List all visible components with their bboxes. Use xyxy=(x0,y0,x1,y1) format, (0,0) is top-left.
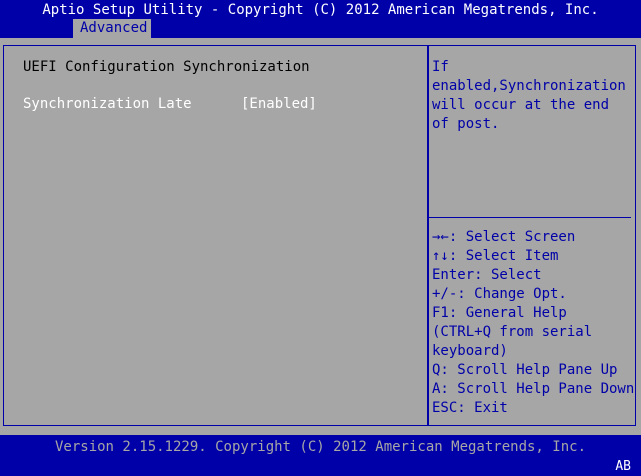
tab-advanced-label: Advanced xyxy=(80,20,148,36)
key-general-help: F1: General Help xyxy=(432,305,567,321)
footer-indicator: AB xyxy=(615,459,631,474)
key-legend: →←: Select Screen ↑↓: Select Item Enter:… xyxy=(432,228,635,418)
help-description: If enabled,Synchronization will occur at… xyxy=(432,58,628,134)
key-select-item: ↑↓: Select Item xyxy=(432,248,559,264)
help-pane-divider xyxy=(427,45,429,426)
tab-advanced[interactable]: Advanced xyxy=(73,19,151,38)
title-bar: Aptio Setup Utility - Copyright (C) 2012… xyxy=(0,0,641,38)
page-heading: UEFI Configuration Synchronization xyxy=(23,59,310,75)
app-title: Aptio Setup Utility - Copyright (C) 2012… xyxy=(42,2,599,18)
key-keyboard: keyboard) xyxy=(432,343,508,359)
key-scroll-up: Q: Scroll Help Pane Up xyxy=(432,362,618,378)
key-ctrl-q-serial: (CTRL+Q from serial xyxy=(432,324,593,340)
setting-label: Synchronization Late xyxy=(23,96,192,112)
help-description-line: If xyxy=(432,59,449,75)
key-select-screen: →←: Select Screen xyxy=(432,229,576,245)
footer-version: Version 2.15.1229. Copyright (C) 2012 Am… xyxy=(54,439,586,455)
setting-synchronization-late[interactable]: Synchronization Late [Enabled] xyxy=(23,95,403,114)
setting-value[interactable]: [Enabled] xyxy=(241,95,317,114)
footer-bar: Version 2.15.1229. Copyright (C) 2012 Am… xyxy=(0,435,641,476)
key-escape-exit: ESC: Exit xyxy=(432,400,508,416)
key-scroll-down: A: Scroll Help Pane Down xyxy=(432,381,635,397)
key-enter-select: Enter: Select xyxy=(432,267,542,283)
key-change-opt: +/-: Change Opt. xyxy=(432,286,567,302)
help-description-line: enabled,Synchronization xyxy=(432,78,626,94)
help-description-line: of post. xyxy=(432,116,500,132)
help-description-line: will occur at the end xyxy=(432,97,610,113)
help-pane-separator xyxy=(429,217,631,218)
